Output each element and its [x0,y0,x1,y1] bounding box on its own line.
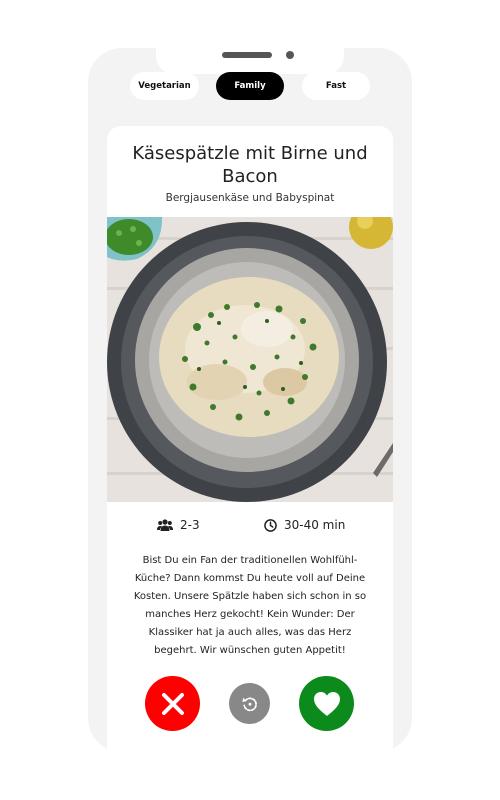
swipe-actions [107,674,393,731]
people-icon [157,519,173,531]
filter-chip-fast[interactable]: Fast [302,72,370,100]
recipe-subtitle: Bergjausenkäse und Babyspinat [165,192,335,204]
cook-time-value: 30-40 min [284,518,346,532]
clock-icon [264,518,277,532]
filter-chip-vegetarian[interactable]: Vegetarian [130,72,199,100]
cook-time: 30-40 min [264,515,345,535]
close-icon [161,692,184,715]
recipe-description: Bist Du ein Fan der traditionellen Wohlf… [133,555,367,656]
heart-icon [313,691,340,716]
phone-frame: Vegetarian Family Fast Käsespätzle mit B… [88,48,412,752]
recipe-card[interactable]: Käsespätzle mit Birne und Bacon Bergjaus… [107,126,393,752]
recipe-meta: 2-3 30-40 min [107,515,393,535]
dislike-button[interactable] [145,676,200,731]
speaker-grille [222,52,272,58]
filter-chip-family[interactable]: Family [216,72,284,100]
undo-button[interactable] [229,683,270,724]
servings: 2-3 [157,515,200,535]
phone-notch [156,48,344,74]
recipe-photo [107,217,393,502]
recipe-title: Käsespätzle mit Birne und Bacon [132,143,368,187]
servings-value: 2-3 [180,518,200,532]
like-button[interactable] [299,676,354,731]
filter-chips: Vegetarian Family Fast [88,72,412,100]
undo-icon [241,697,257,711]
front-camera [286,51,294,59]
